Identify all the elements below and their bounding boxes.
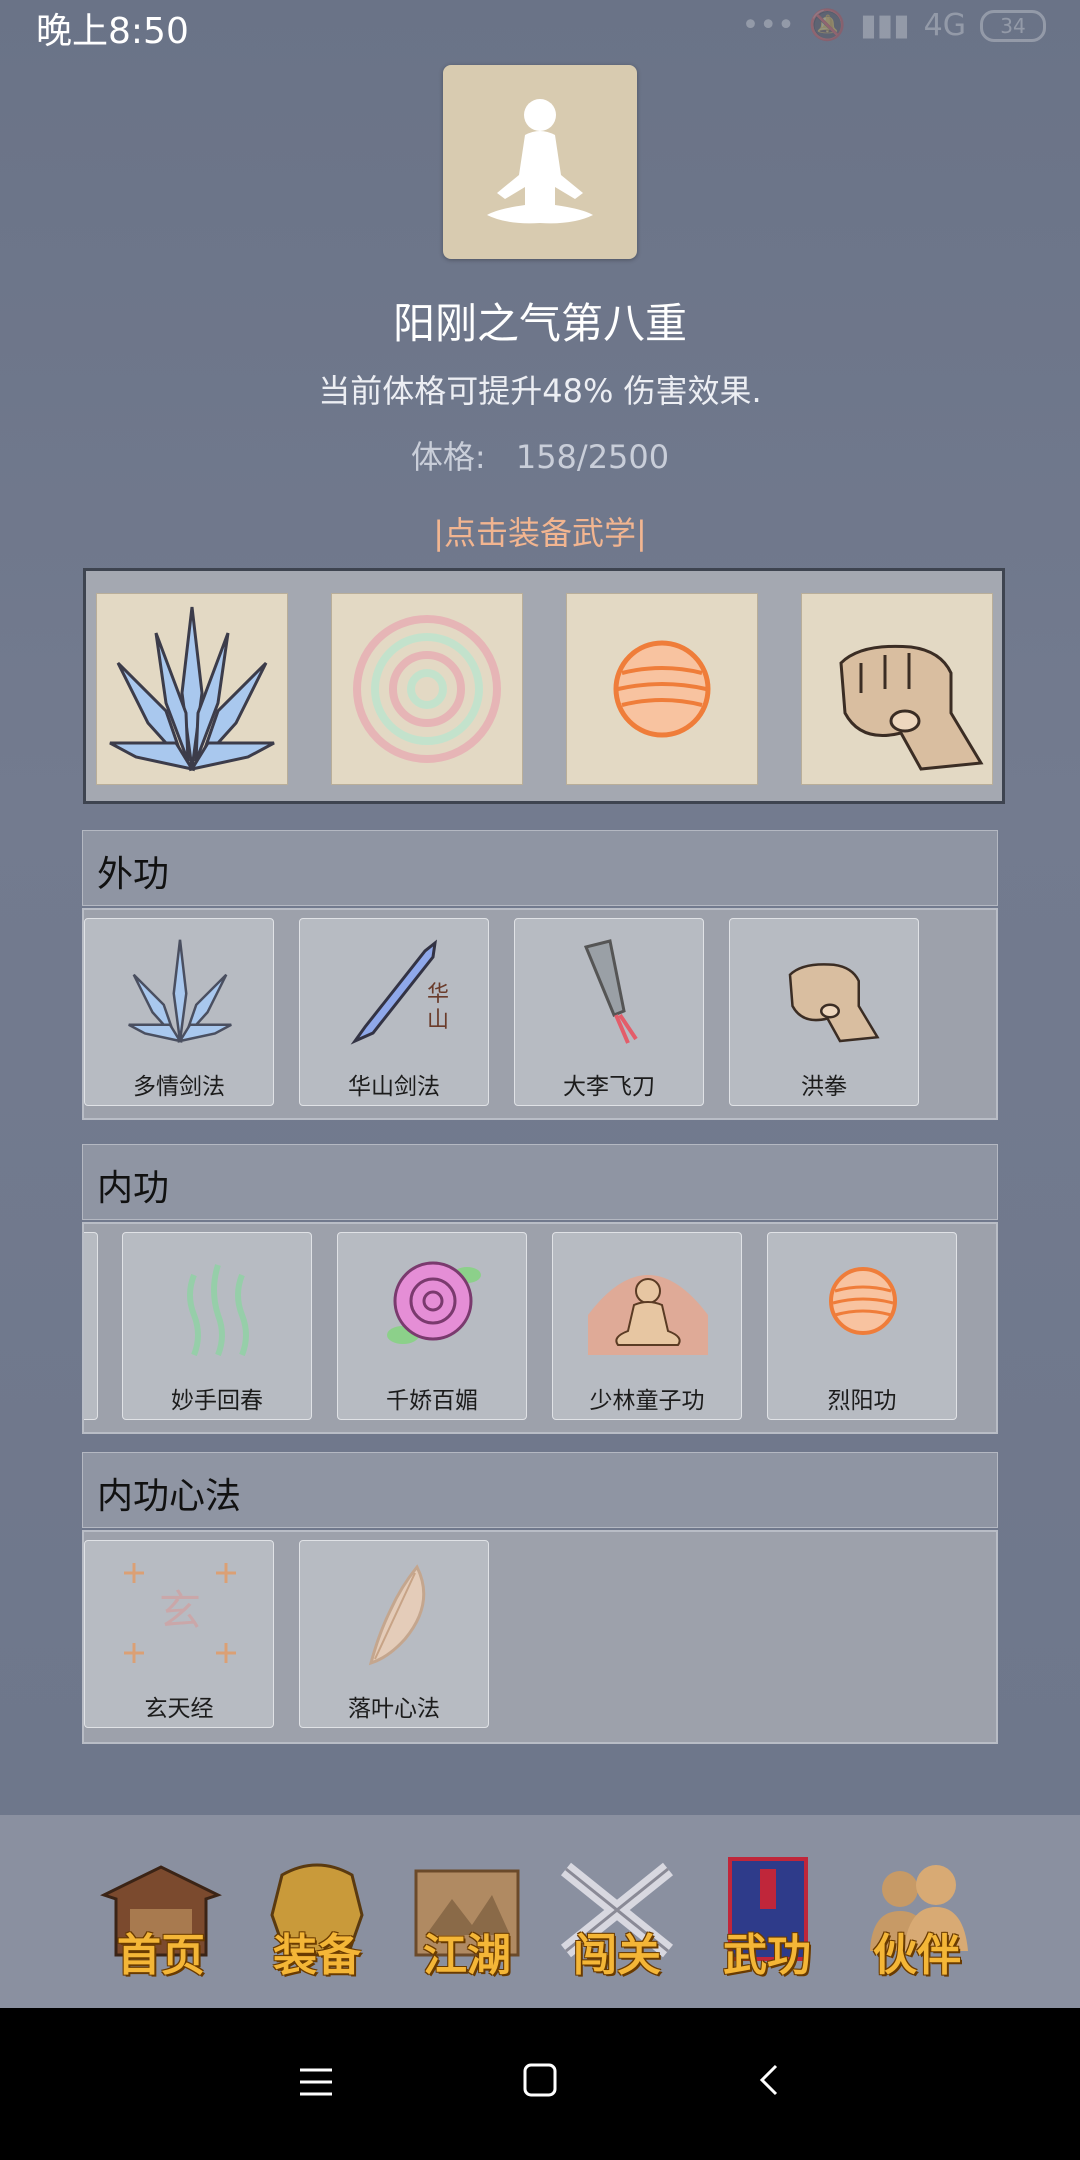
realm-title: 阳刚之气第八重 [392, 299, 687, 348]
meditation-icon [487, 99, 593, 224]
nav-martial-arts-label: 武功 [723, 1930, 811, 1981]
skill-label: 千娇百媚 [386, 1388, 478, 1414]
nav-challenge[interactable]: 闯关 [552, 1855, 682, 1981]
falling-leaf-icon [368, 1564, 426, 1666]
meditating-monk-icon [588, 1275, 708, 1355]
fire-orb-icon [613, 640, 711, 738]
svg-text:玄: 玄 [159, 1586, 201, 1635]
network-label: 4G [923, 8, 966, 43]
mute-icon: 🔕 [808, 8, 847, 43]
more-icon: ••• [741, 8, 795, 43]
status-time: 晚上8:50 [36, 11, 189, 52]
crystal-sword-icon [128, 939, 232, 1043]
home-icon[interactable] [522, 2062, 558, 2098]
skill-card[interactable]: 妙手回春 [122, 1232, 312, 1420]
spiral-energy-icon [353, 615, 501, 763]
fist-icon [788, 963, 880, 1043]
nav-companion[interactable]: 伙伴 [852, 1855, 982, 1981]
skill-card[interactable]: 少林童子功 [552, 1232, 742, 1420]
status-bar: 晚上8:50 ••• 🔕 ▮▮▮ 4G 34 [0, 0, 1080, 52]
signal-icon: ▮▮▮ [860, 8, 910, 43]
outer-skills-list: 多情剑法 华 山 华山剑法 大李飞刀 洪拳 [82, 908, 998, 1120]
fist-icon [839, 644, 984, 771]
skill-card[interactable]: 洪拳 [729, 918, 919, 1106]
section-title: 内功心法 [97, 1476, 242, 1517]
nav-home-label: 首页 [117, 1930, 205, 1981]
crystal-sword-icon [109, 606, 275, 772]
inner-skills-header: 内功 [82, 1144, 998, 1220]
method-skills-header: 内功心法 [82, 1452, 998, 1528]
skill-card[interactable]: 烈阳功 [767, 1232, 957, 1420]
fire-orb-icon [829, 1267, 897, 1335]
menu-icon[interactable] [298, 2064, 334, 2100]
equipped-skills-panel [83, 568, 1005, 804]
physique-value: 158/2500 [515, 438, 670, 476]
skill-label: 玄天经 [144, 1696, 214, 1722]
outer-skills-header: 外功 [82, 830, 998, 906]
flying-knife-icon [583, 939, 638, 1044]
skill-label: 少林童子功 [589, 1388, 705, 1414]
section-title: 外功 [97, 854, 170, 895]
nav-jianghu[interactable]: 江湖 [402, 1855, 532, 1981]
nav-jianghu-label: 江湖 [423, 1930, 511, 1981]
svg-text:山: 山 [427, 1008, 449, 1033]
nav-home[interactable]: 首页 [96, 1855, 226, 1981]
section-title: 内功 [97, 1168, 170, 1209]
skill-card-partial[interactable] [84, 1232, 98, 1420]
nav-equipment[interactable]: 装备 [252, 1855, 382, 1981]
equipped-slot-4[interactable] [801, 593, 993, 785]
xuan-scroll-icon: 玄 [124, 1563, 236, 1663]
skill-card[interactable]: 华 山 华山剑法 [299, 918, 489, 1106]
system-nav-bar [0, 2008, 1080, 2160]
inner-skills-list: 妙手回春 千娇百媚 少林童子功 烈阳功 [82, 1222, 998, 1434]
skill-label: 洪拳 [801, 1074, 847, 1100]
physique-label: 体格: [410, 438, 486, 476]
status-icons: ••• 🔕 ▮▮▮ 4G 34 [742, 8, 1046, 43]
nav-martial-arts[interactable]: 武功 [702, 1855, 832, 1981]
bottom-nav: 首页 装备 江湖 闯关 武功 伙伴 [0, 1815, 1080, 2008]
equipped-slot-1[interactable] [96, 593, 288, 785]
skill-card[interactable]: 玄 玄天经 [84, 1540, 274, 1728]
equip-hint-button[interactable]: |点击装备武学| [0, 508, 1080, 554]
skill-label: 烈阳功 [827, 1388, 897, 1414]
healing-aura-icon [187, 1264, 249, 1357]
nav-companion-label: 伙伴 [873, 1930, 961, 1981]
svg-text:华: 华 [427, 982, 449, 1007]
skill-label: 华山剑法 [348, 1074, 440, 1100]
skill-card[interactable]: 千娇百媚 [337, 1232, 527, 1420]
realm-description: 当前体格可提升48% 伤害效果. [318, 372, 762, 410]
skill-card[interactable]: 落叶心法 [299, 1540, 489, 1728]
equipped-slot-2[interactable] [331, 593, 523, 785]
meditation-avatar[interactable] [443, 65, 637, 259]
skill-label: 落叶心法 [348, 1696, 440, 1722]
skill-card[interactable]: 多情剑法 [84, 918, 274, 1106]
battery-icon: 34 [980, 9, 1046, 42]
skill-card[interactable]: 大李飞刀 [514, 918, 704, 1106]
equipped-slot-3[interactable] [566, 593, 758, 785]
rose-icon [387, 1261, 481, 1344]
method-skills-list: 玄 玄天经 落叶心法 [82, 1530, 998, 1744]
skill-label: 大李飞刀 [563, 1074, 655, 1100]
back-icon[interactable] [752, 2062, 788, 2098]
huashan-sword-icon: 华 山 [350, 939, 449, 1045]
nav-equipment-label: 装备 [273, 1930, 361, 1981]
physique-stat: 体格: 158/2500 [0, 432, 1080, 478]
nav-challenge-label: 闯关 [573, 1930, 661, 1981]
skill-label: 多情剑法 [133, 1074, 225, 1100]
skill-label: 妙手回春 [171, 1388, 263, 1414]
